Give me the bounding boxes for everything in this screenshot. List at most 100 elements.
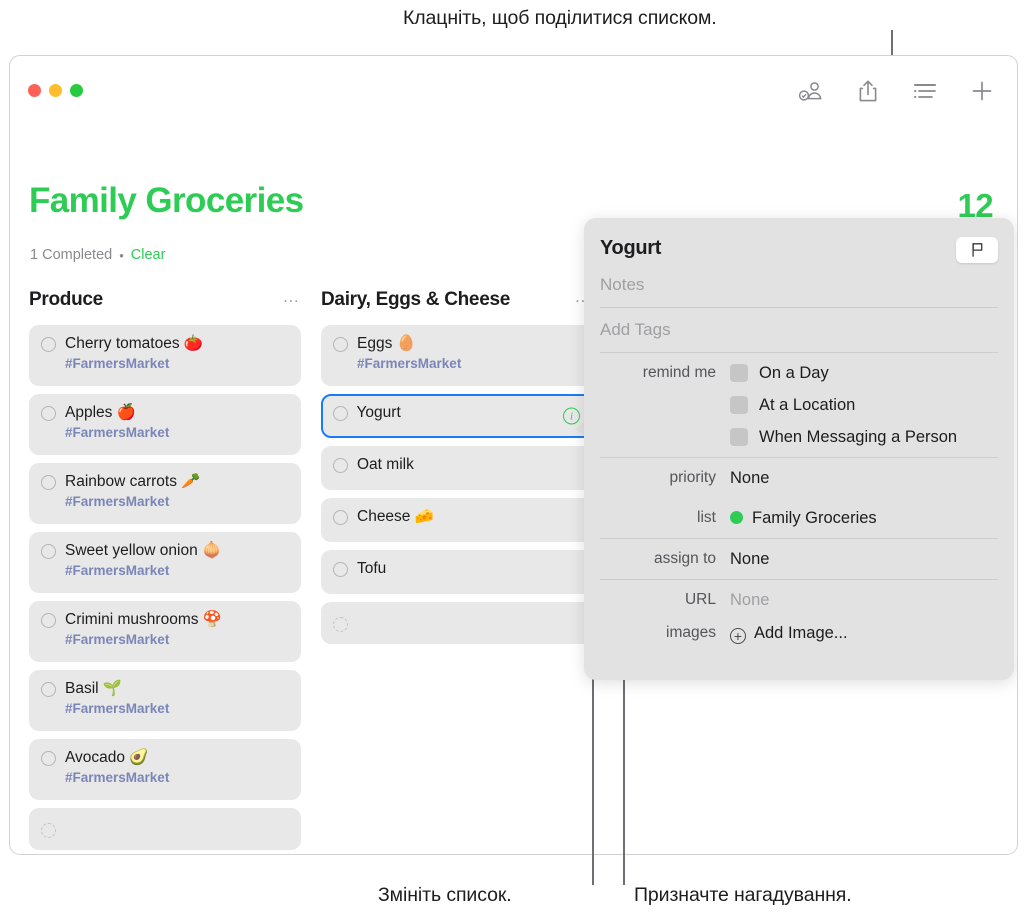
reminder-item[interactable]: Tofu [321,550,593,594]
assign-to-label: assign to [653,550,716,567]
reminder-title: Cherry tomatoes 🍅 [65,335,204,352]
share-icon[interactable] [853,76,883,106]
checkbox[interactable] [730,364,748,382]
reminder-title: Apples 🍎 [65,404,136,421]
checkbox[interactable] [730,428,748,446]
url-label: URL [684,591,716,608]
info-icon[interactable]: i [563,407,580,425]
priority-row[interactable]: priority None [600,458,998,498]
reminder-tag[interactable]: #FarmersMarket [65,631,289,648]
plus-circle-icon: + [730,628,746,644]
reminder-details-popover: Yogurt Notes Add Tags remind me On a Day… [584,218,1014,680]
reminder-item[interactable]: Basil 🌱 #FarmersMarket [29,670,301,731]
reminder-item[interactable]: Crimini mushrooms 🍄 #FarmersMarket [29,601,301,662]
reminder-item[interactable]: Eggs 🥚 #FarmersMarket [321,325,593,386]
complete-checkbox[interactable] [41,544,56,559]
complete-checkbox[interactable] [333,458,348,473]
option-label: On a Day [759,364,829,382]
option-label: When Messaging a Person [759,428,958,446]
reminder-title: Crimini mushrooms 🍄 [65,611,223,628]
reminder-item[interactable]: Apples 🍎 #FarmersMarket [29,394,301,455]
new-reminder-row[interactable] [321,602,593,644]
url-value[interactable]: None [730,589,998,611]
list-value: Family Groceries [752,509,877,527]
assign-to-value[interactable]: None [730,548,998,570]
callout-assign-reminder: Призначте нагадування. [634,884,852,906]
column-menu-produce[interactable]: … [282,288,301,308]
reminder-item[interactable]: Sweet yellow onion 🧅 #FarmersMarket [29,532,301,593]
minimize-button[interactable] [49,84,62,97]
remind-me-label: remind me [642,364,716,381]
checkbox[interactable] [730,396,748,414]
callout-share-list: Клацніть, щоб поділитися списком. [403,7,717,29]
remind-me-options: On a Day At a Location When Messaging a … [730,362,998,448]
separator-dot: • [119,247,124,263]
remind-option-when-messaging[interactable]: When Messaging a Person [730,426,998,448]
popover-title[interactable]: Yogurt [600,237,956,260]
complete-checkbox[interactable] [41,822,56,838]
reminder-tag[interactable]: #FarmersMarket [65,424,289,441]
list-color-dot [730,511,743,524]
assigned-reminders-icon[interactable] [796,76,826,106]
list-value-wrap[interactable]: Family Groceries [730,507,998,529]
complete-checkbox[interactable] [41,337,56,352]
complete-checkbox[interactable] [41,613,56,628]
url-row[interactable]: URL None [600,580,998,620]
complete-checkbox[interactable] [332,405,348,421]
reminder-tag[interactable]: #FarmersMarket [65,355,289,372]
reminder-item[interactable]: Cheese 🧀 [321,498,593,542]
column-header-produce: Produce … [29,283,301,317]
flag-icon[interactable] [956,237,998,263]
reminder-title: Avocado 🥑 [65,749,149,766]
reminder-item-selected[interactable]: Yogurt i [321,394,593,438]
window-titlebar [10,56,1017,131]
priority-value[interactable]: None [730,467,998,489]
complete-checkbox[interactable] [333,510,348,525]
assign-to-row[interactable]: assign to None [600,539,998,579]
remind-option-on-a-day[interactable]: On a Day [730,362,998,384]
reminder-title: Sweet yellow onion 🧅 [65,542,222,559]
complete-checkbox[interactable] [41,751,56,766]
reminder-tag[interactable]: #FarmersMarket [65,562,289,579]
clear-completed-button[interactable]: Clear [131,247,166,263]
add-reminder-icon[interactable] [967,76,997,106]
completed-count: 1 Completed [30,247,113,263]
window-toolbar [796,76,997,106]
complete-checkbox[interactable] [333,616,348,632]
reminder-tag[interactable]: #FarmersMarket [65,769,289,786]
reminder-item[interactable]: Cherry tomatoes 🍅 #FarmersMarket [29,325,301,386]
view-options-icon[interactable] [910,76,940,106]
reminder-title: Eggs 🥚 [357,335,416,352]
complete-checkbox[interactable] [41,406,56,421]
reminder-title: Rainbow carrots 🥕 [65,473,201,490]
add-image-button[interactable]: + Add Image... [730,622,998,644]
reminder-tag[interactable]: #FarmersMarket [65,700,289,717]
reminder-item[interactable]: Avocado 🥑 #FarmersMarket [29,739,301,800]
option-label: At a Location [759,396,856,414]
reminder-item[interactable]: Oat milk [321,446,593,490]
notes-field[interactable]: Notes [600,263,998,307]
images-row[interactable]: images + Add Image... [600,620,998,653]
complete-checkbox[interactable] [41,475,56,490]
list-row[interactable]: list Family Groceries [600,498,998,538]
priority-label: priority [669,469,716,486]
tags-field[interactable]: Add Tags [600,308,998,352]
reminder-title: Oat milk [357,456,414,473]
reminder-tag[interactable]: #FarmersMarket [357,355,581,372]
popover-header: Yogurt [600,218,998,263]
images-label: images [666,624,716,641]
close-button[interactable] [28,84,41,97]
zoom-button[interactable] [70,84,83,97]
reminder-title: Cheese 🧀 [357,508,435,525]
reminder-item[interactable]: Rainbow carrots 🥕 #FarmersMarket [29,463,301,524]
remind-option-at-a-location[interactable]: At a Location [730,394,998,416]
complete-checkbox[interactable] [41,682,56,697]
complete-checkbox[interactable] [333,337,348,352]
column-produce: Produce … Cherry tomatoes 🍅 #FarmersMark… [29,283,301,854]
remind-me-row: remind me On a Day At a Location When Me… [600,353,998,457]
traffic-lights [28,84,83,97]
complete-checkbox[interactable] [333,562,348,577]
reminder-tag[interactable]: #FarmersMarket [65,493,289,510]
column-header-dairy: Dairy, Eggs & Cheese … [321,283,593,317]
new-reminder-row[interactable] [29,808,301,850]
